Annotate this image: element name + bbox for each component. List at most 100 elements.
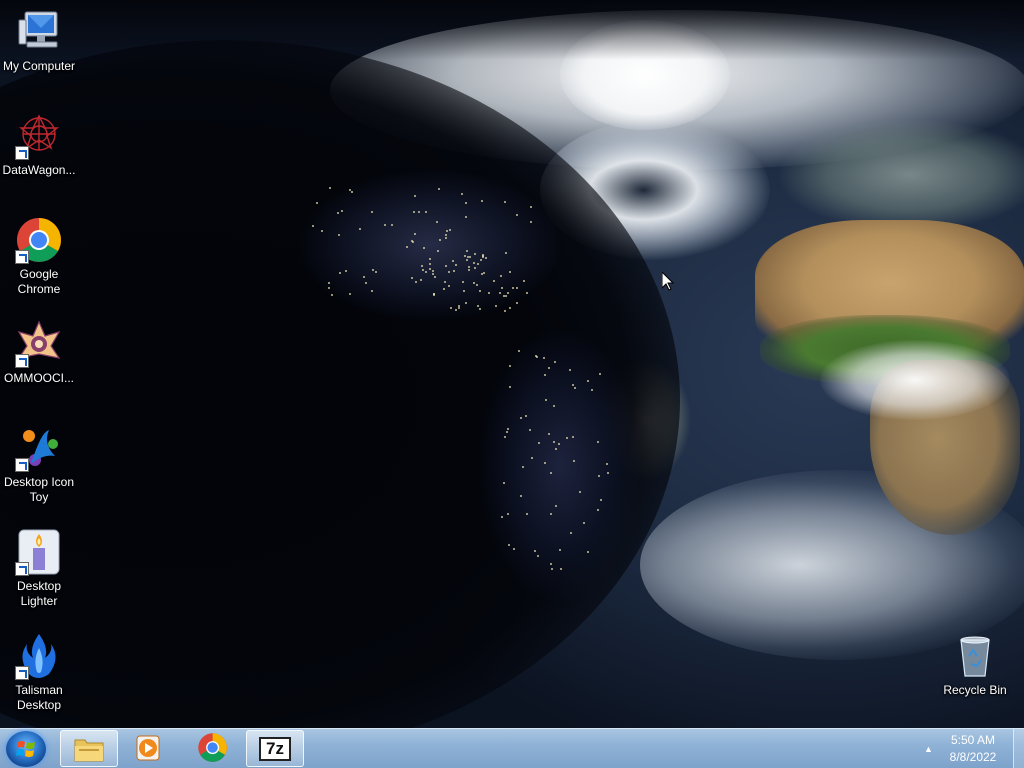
city-light — [582, 522, 585, 525]
city-light — [544, 399, 547, 402]
city-light — [445, 236, 448, 239]
chrome-icon — [198, 733, 227, 762]
start-button[interactable] — [6, 731, 46, 767]
city-light — [315, 201, 318, 204]
city-light — [390, 223, 393, 226]
city-light — [537, 554, 540, 557]
chrome-icon — [15, 216, 63, 264]
city-light — [525, 291, 528, 294]
city-light — [508, 306, 511, 309]
city-light — [421, 268, 424, 271]
city-light — [412, 210, 415, 213]
city-light — [554, 504, 557, 507]
city-light — [350, 190, 353, 193]
recycle-bin-icon — [951, 632, 999, 680]
ommooci-icon — [15, 320, 63, 368]
city-light — [568, 368, 571, 371]
desktop-icon-label: Google Chrome — [17, 267, 61, 296]
desktop-icon-label: Desktop Icon Toy — [3, 475, 75, 504]
city-light — [565, 436, 568, 439]
city-light — [437, 187, 440, 190]
desktop-icon-label: My Computer — [2, 59, 76, 73]
mouse-pointer-icon — [662, 272, 674, 291]
city-light — [504, 295, 507, 298]
city-light — [578, 490, 581, 493]
talisman-flame-icon — [15, 632, 63, 680]
city-light — [523, 279, 526, 282]
city-light — [555, 447, 558, 450]
city-light — [504, 309, 507, 312]
taskbar-chrome-button[interactable] — [184, 730, 242, 767]
city-light — [464, 215, 467, 218]
city-light — [444, 264, 447, 267]
desktop-icon-my-computer[interactable]: My Computer — [0, 8, 78, 74]
city-light — [452, 259, 455, 262]
city-light — [505, 251, 508, 254]
city-light — [467, 266, 470, 269]
city-light — [586, 380, 589, 383]
city-light — [330, 293, 333, 296]
city-light — [506, 513, 509, 516]
wallpaper-south-america-lights — [480, 330, 640, 600]
city-light — [505, 431, 508, 434]
city-light — [599, 499, 602, 502]
city-light — [481, 255, 484, 258]
desktop-icon-label: OMMOOCI... — [4, 371, 74, 385]
taskbar-file-explorer-button[interactable] — [60, 730, 118, 767]
city-light — [475, 284, 478, 287]
desktop-icon-ommooci[interactable]: OMMOOCI... — [0, 320, 78, 386]
desktop-icon-toy-icon — [15, 424, 63, 472]
city-light — [432, 269, 435, 272]
wallpaper-north-america-lights — [300, 170, 560, 320]
city-light — [414, 280, 417, 283]
desktop-icon-talisman-desktop[interactable]: Talisman Desktop — [0, 632, 78, 713]
city-light — [461, 280, 464, 283]
show-desktop-button[interactable] — [1013, 729, 1024, 768]
city-light — [449, 306, 452, 309]
7zip-icon-text: 7z — [266, 739, 284, 758]
media-player-icon — [136, 735, 160, 761]
candle-icon — [15, 528, 63, 576]
city-light — [559, 567, 562, 570]
system-clock[interactable]: 5:50 AM 8/8/2022 — [935, 732, 1011, 766]
city-light — [454, 263, 457, 266]
city-light — [454, 308, 457, 311]
city-light — [542, 357, 545, 360]
taskbar-7zip-button[interactable]: 7z — [246, 730, 304, 767]
city-light — [348, 189, 351, 192]
shortcut-arrow-icon — [15, 146, 29, 160]
desktop-icon-google-chrome[interactable]: Google Chrome — [0, 216, 78, 297]
city-light — [472, 281, 475, 284]
show-hidden-icons-arrow-icon[interactable]: ▲ — [924, 744, 933, 754]
desktop-wallpaper — [0, 0, 1024, 728]
city-light — [445, 230, 448, 233]
desktop-icon-datawagon[interactable]: DataWagon... — [0, 112, 78, 178]
city-light — [529, 220, 532, 223]
desktop-icon-recycle-bin[interactable]: Recycle Bin — [936, 632, 1014, 698]
city-light — [464, 301, 467, 304]
city-light — [436, 250, 439, 253]
windows-logo-icon — [16, 741, 35, 757]
city-light — [433, 292, 436, 295]
city-light — [503, 201, 506, 204]
taskbar: 7z — [0, 728, 1024, 768]
wallpaper-night-top — [0, 0, 1024, 60]
desktop-icon-label: Recycle Bin — [943, 683, 1007, 697]
city-light — [605, 463, 608, 466]
city-light — [447, 285, 450, 288]
city-light — [525, 512, 528, 515]
city-light — [410, 239, 413, 242]
city-light — [479, 258, 482, 261]
city-light — [484, 256, 487, 259]
city-light — [442, 287, 445, 290]
desktop-icon-desktop-lighter[interactable]: Desktop Lighter — [0, 528, 78, 609]
wallpaper-africa-clouds — [820, 340, 1010, 420]
city-light — [503, 435, 506, 438]
clock-time: 5:50 AM — [950, 733, 996, 747]
desktop-icon-desktop-icon-toy[interactable]: Desktop Icon Toy — [0, 424, 78, 505]
desktop-icon-label: Talisman Desktop — [15, 683, 63, 712]
clock-date: 8/8/2022 — [949, 750, 997, 764]
7zip-icon: 7z — [259, 737, 291, 761]
taskbar-media-player-button[interactable] — [120, 730, 178, 767]
city-light — [468, 268, 471, 271]
